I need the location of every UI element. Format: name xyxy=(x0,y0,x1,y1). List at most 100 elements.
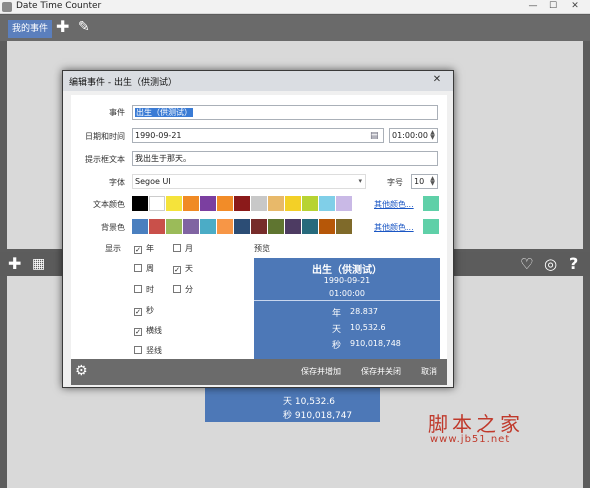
checkbox-horizontal-line[interactable]: ✓ 横线 xyxy=(134,325,162,336)
text-color-swatch[interactable] xyxy=(132,196,148,211)
bg-color-swatch[interactable] xyxy=(200,219,216,234)
checkbox-day[interactable]: ✓ 天 xyxy=(173,263,193,274)
save-and-add-button[interactable]: 保存并增加 xyxy=(301,366,341,377)
bg-color-swatch[interactable] xyxy=(132,219,148,234)
bg-color-swatch[interactable] xyxy=(149,219,165,234)
checkbox-minute[interactable]: 分 xyxy=(173,284,193,295)
preview-time: 01:00:00 xyxy=(329,289,365,298)
preview-unit-year: 年 xyxy=(332,309,342,319)
main-toolbar: 我的事件 ✚ ✎ xyxy=(0,15,590,41)
text-color-swatch[interactable] xyxy=(149,196,165,211)
checkbox-month[interactable]: 月 xyxy=(173,243,193,254)
bg-color-swatch[interactable] xyxy=(251,219,267,234)
app-icon xyxy=(2,2,12,12)
preview-divider xyxy=(254,300,440,301)
bg-color-swatch[interactable] xyxy=(268,219,284,234)
text-color-swatch[interactable] xyxy=(336,196,352,211)
gear-icon[interactable]: ⚙ xyxy=(75,363,88,379)
preview-card: 出生（供测试） 1990-09-21 01:00:00 年 28.837 天 1… xyxy=(254,258,440,361)
font-size-input[interactable]: 10 ▲ ▼ xyxy=(411,174,438,189)
checkbox-second[interactable]: ✓ 秒 xyxy=(134,305,154,316)
plus-icon[interactable]: ✚ xyxy=(56,18,69,36)
dialog-close-button[interactable]: ✕ xyxy=(429,73,445,87)
current-text-color-swatch[interactable] xyxy=(423,196,439,211)
time-input[interactable]: 01:00:00 ▲ ▼ xyxy=(389,128,438,143)
size-spinner-icon[interactable]: ▲ ▼ xyxy=(429,176,436,187)
grid-icon[interactable]: ▦ xyxy=(32,254,45,274)
tooltip-input[interactable]: 我出生于那天。 xyxy=(132,151,438,166)
save-and-close-button[interactable]: 保存并关闭 xyxy=(361,366,401,377)
datetime-label: 日期和时间 xyxy=(85,132,125,141)
bg-color-label: 背景色 xyxy=(101,223,125,232)
preview-unit-second: 秒 xyxy=(332,341,342,351)
dialog-body: 事件 出生（供测试） 日期和时间 1990-09-21 ▤ 01:00:00 ▲… xyxy=(71,95,447,385)
font-select[interactable]: Segoe UI ▾ xyxy=(132,174,366,189)
event-card[interactable]: 天 10,532.6 秒 910,018,747 xyxy=(205,388,380,422)
card-row-seconds: 秒 910,018,747 xyxy=(283,411,353,421)
preview-value-year: 28.837 xyxy=(350,307,378,316)
checkbox-box: ✓ xyxy=(173,266,181,274)
event-name-input[interactable]: 出生（供测试） xyxy=(132,105,438,120)
checkbox-box: ✓ xyxy=(134,246,142,254)
checkbox-year[interactable]: ✓ 年 xyxy=(134,243,154,254)
preview-value-day: 10,532.6 xyxy=(350,323,386,332)
heart-add-icon[interactable]: ♡ xyxy=(520,254,533,274)
text-color-swatch[interactable] xyxy=(183,196,199,211)
bg-color-swatch[interactable] xyxy=(166,219,182,234)
preview-value-second: 910,018,748 xyxy=(350,339,401,348)
plus-icon[interactable]: ✚ xyxy=(8,254,21,274)
globe-icon[interactable]: ◎ xyxy=(544,254,557,274)
help-icon[interactable]: ? xyxy=(569,254,578,274)
card-row-days: 天 10,532.6 xyxy=(283,397,335,407)
checkbox-box xyxy=(173,244,181,252)
current-bg-color-swatch[interactable] xyxy=(423,219,439,234)
text-color-swatch[interactable] xyxy=(166,196,182,211)
bg-color-swatch[interactable] xyxy=(183,219,199,234)
minimize-button[interactable]: — xyxy=(524,1,542,12)
bg-color-swatch[interactable] xyxy=(336,219,352,234)
text-color-swatch[interactable] xyxy=(251,196,267,211)
cancel-button[interactable]: 取消 xyxy=(421,366,437,377)
date-picker[interactable]: 1990-09-21 ▤ xyxy=(132,128,384,143)
event-label: 事件 xyxy=(109,108,125,117)
watermark-logo: 脚本之家 xyxy=(428,412,524,436)
font-label: 字体 xyxy=(109,178,125,187)
checkbox-hour[interactable]: 时 xyxy=(134,284,154,295)
text-color-swatch[interactable] xyxy=(319,196,335,211)
bg-color-swatch[interactable] xyxy=(319,219,335,234)
text-color-swatch[interactable] xyxy=(200,196,216,211)
text-color-swatch[interactable] xyxy=(234,196,250,211)
checkbox-box xyxy=(134,285,142,293)
more-bg-colors-link[interactable]: 其他颜色... xyxy=(374,222,414,233)
watermark-url: www.jb51.net xyxy=(430,434,511,445)
preview-date: 1990-09-21 xyxy=(323,276,371,285)
calendar-icon[interactable]: ▤ xyxy=(370,130,379,142)
checkbox-box xyxy=(173,285,181,293)
edit-note-icon[interactable]: ✎ xyxy=(78,18,90,36)
preview-unit-day: 天 xyxy=(332,325,342,335)
dialog-footer: ⚙ 保存并增加 保存并关闭 取消 xyxy=(71,359,447,385)
close-window-button[interactable]: ✕ xyxy=(566,1,584,12)
text-color-label: 文本颜色 xyxy=(93,200,125,209)
bg-color-swatch[interactable] xyxy=(285,219,301,234)
time-spinner-icon[interactable]: ▲ ▼ xyxy=(429,130,436,141)
text-color-swatch[interactable] xyxy=(302,196,318,211)
preview-event-name: 出生（供测试） xyxy=(312,265,382,276)
dialog-title: 编辑事件 - 出生（供测试） xyxy=(69,78,177,88)
text-color-swatch[interactable] xyxy=(268,196,284,211)
bg-color-swatch[interactable] xyxy=(217,219,233,234)
checkbox-week[interactable]: 周 xyxy=(134,263,154,274)
bg-color-swatch[interactable] xyxy=(302,219,318,234)
edit-event-dialog: 编辑事件 - 出生（供测试） ✕ 事件 出生（供测试） 日期和时间 1990-0… xyxy=(62,70,454,388)
more-text-colors-link[interactable]: 其他颜色... xyxy=(374,199,414,210)
checkbox-box: ✓ xyxy=(134,308,142,316)
maximize-button[interactable]: ☐ xyxy=(544,1,562,12)
checkbox-vertical-line[interactable]: 竖线 xyxy=(134,345,162,356)
text-color-swatch[interactable] xyxy=(217,196,233,211)
dialog-titlebar: 编辑事件 - 出生（供测试） ✕ xyxy=(63,71,453,91)
dropdown-arrow-icon: ▾ xyxy=(358,177,362,185)
text-color-swatch[interactable] xyxy=(285,196,301,211)
bg-color-swatch[interactable] xyxy=(234,219,250,234)
tab-my-events[interactable]: 我的事件 xyxy=(8,20,53,38)
window-titlebar: Date Time Counter — ☐ ✕ xyxy=(0,0,590,14)
